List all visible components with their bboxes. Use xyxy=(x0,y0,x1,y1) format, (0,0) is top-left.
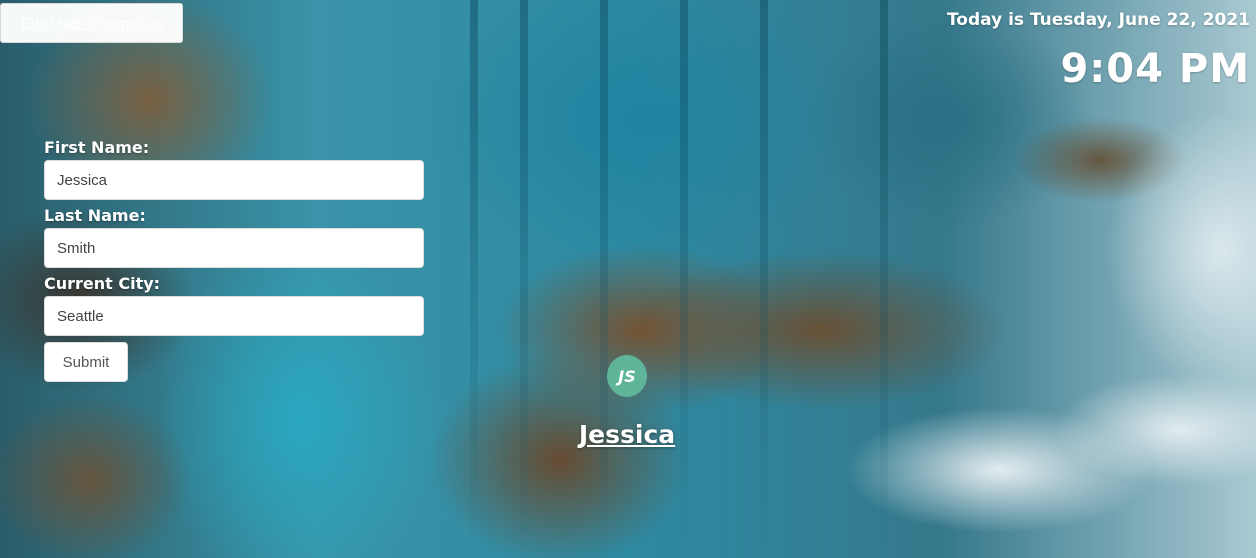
first-name-label: First Name: xyxy=(44,138,150,157)
current-date-text: Today is Tuesday, June 22, 2021 xyxy=(946,10,1250,30)
first-name-input[interactable] xyxy=(44,160,424,200)
current-city-input[interactable] xyxy=(44,296,424,336)
last-name-input[interactable] xyxy=(44,228,424,268)
submit-button[interactable]: Submit xyxy=(44,342,128,382)
avatar-initials: JS xyxy=(618,366,636,386)
edit-user-information-button[interactable]: Edit User Information xyxy=(0,3,183,43)
background-streak xyxy=(470,0,478,558)
last-name-label: Last Name: xyxy=(44,206,146,225)
background-streak xyxy=(520,0,528,558)
background-streak xyxy=(880,0,888,558)
current-time-text: 9:04 PM xyxy=(1060,46,1250,92)
background-streak xyxy=(760,0,768,558)
background-streak xyxy=(680,0,688,558)
user-info-form: First Name: Last Name: Current City: Sub… xyxy=(44,138,424,382)
background-streak xyxy=(600,0,608,558)
user-display-name: Jessica xyxy=(578,420,676,449)
current-city-label: Current City: xyxy=(44,274,161,293)
user-avatar: JS xyxy=(607,355,647,397)
